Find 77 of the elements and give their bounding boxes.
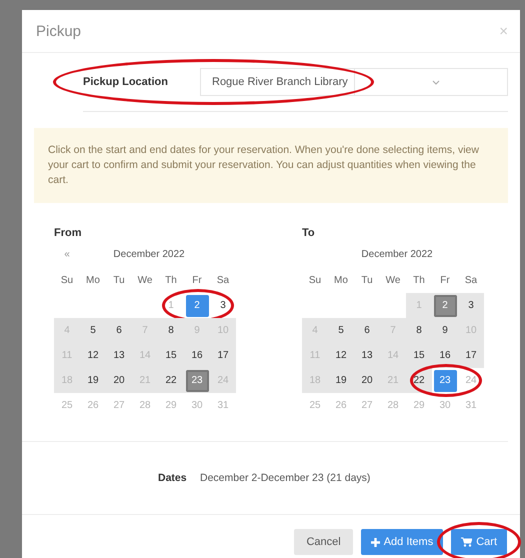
dates-summary: December 2-December 23 (21 days) <box>200 472 370 484</box>
calendar-day[interactable]: 6 <box>108 320 130 342</box>
calendar-day[interactable]: 17 <box>212 344 234 366</box>
calendar-day[interactable]: 19 <box>82 370 104 392</box>
month-title: December 2022 <box>112 248 186 260</box>
calendar-day[interactable]: 25 <box>56 394 78 416</box>
calendar-day[interactable]: 13 <box>108 344 130 366</box>
calendar-day[interactable]: 22 <box>408 370 430 392</box>
add-items-button[interactable]: Add Items <box>360 529 444 555</box>
calendar-day[interactable]: 22 <box>160 370 182 392</box>
calendar-label: From <box>54 227 82 239</box>
calendar-label: To <box>302 227 315 239</box>
calendar-day[interactable]: 2 <box>434 294 456 316</box>
calendar-day[interactable]: 31 <box>212 394 234 416</box>
calendar-day[interactable]: 20 <box>108 370 130 392</box>
calendar-day[interactable]: 3 <box>460 294 482 316</box>
calendar-day[interactable]: 16 <box>434 344 456 366</box>
calendar-day[interactable]: 28 <box>382 394 404 416</box>
cancel-button[interactable]: Cancel <box>294 529 353 555</box>
weekday-header: Fr <box>191 274 203 288</box>
weekday-header: We <box>384 274 402 288</box>
weekday-header: Su <box>308 274 322 288</box>
chevron-down-icon <box>432 80 440 84</box>
calendar-day[interactable]: 12 <box>82 344 104 366</box>
calendar-day[interactable]: 24 <box>460 370 482 392</box>
calendar-day[interactable]: 30 <box>186 394 208 416</box>
cart-icon <box>461 537 472 547</box>
calendar-day[interactable]: 15 <box>408 344 430 366</box>
calendar-day[interactable]: 3 <box>212 294 234 316</box>
weekday-header: Mo <box>333 274 349 288</box>
weekday-header: We <box>136 274 154 288</box>
calendar-day[interactable]: 15 <box>160 344 182 366</box>
weekday-header: Th <box>164 274 178 288</box>
location-dropdown[interactable]: Rogue River Branch Library <box>200 68 508 96</box>
weekday-header: Su <box>60 274 74 288</box>
calendar-day[interactable]: 2 <box>186 294 208 316</box>
calendar-day[interactable]: 31 <box>460 394 482 416</box>
calendar-day[interactable]: 23 <box>186 370 208 392</box>
calendar-day[interactable]: 5 <box>82 320 104 342</box>
weekday-header: Fr <box>439 274 451 288</box>
dialog-title: Pickup <box>36 22 82 40</box>
calendar-day[interactable]: 26 <box>82 394 104 416</box>
calendar-day[interactable]: 12 <box>330 344 352 366</box>
weekday-header: Sa <box>216 274 230 288</box>
calendar-day[interactable]: 17 <box>460 344 482 366</box>
calendar-day[interactable]: 1 <box>160 294 182 316</box>
calendar-day[interactable]: 8 <box>408 320 430 342</box>
calendar-day[interactable]: 27 <box>108 394 130 416</box>
calendar-day[interactable]: 29 <box>408 394 430 416</box>
calendar-day[interactable]: 23 <box>434 370 456 392</box>
calendar-day[interactable]: 30 <box>434 394 456 416</box>
weekday-header: Tu <box>112 274 126 288</box>
calendar-day[interactable]: 25 <box>304 394 326 416</box>
month-title: December 2022 <box>360 248 434 260</box>
calendar-day[interactable]: 6 <box>356 320 378 342</box>
weekday-header: Mo <box>85 274 101 288</box>
weekday-header: Th <box>412 274 426 288</box>
calendar-day[interactable]: 5 <box>330 320 352 342</box>
close-button[interactable]: × <box>499 22 508 40</box>
calendar-day[interactable]: 13 <box>356 344 378 366</box>
weekday-header: Tu <box>360 274 374 288</box>
calendar-day[interactable]: 26 <box>330 394 352 416</box>
weekday-header: Sa <box>464 274 478 288</box>
calendar-day[interactable]: 20 <box>356 370 378 392</box>
calendar-day[interactable]: 19 <box>330 370 352 392</box>
calendar-day[interactable]: 29 <box>160 394 182 416</box>
calendar-day[interactable]: 27 <box>356 394 378 416</box>
previous-month-button[interactable]: « <box>54 248 80 260</box>
calendar-day[interactable]: 9 <box>434 320 456 342</box>
calendar-day[interactable]: 28 <box>134 394 156 416</box>
cart-button[interactable]: Cart <box>451 529 507 555</box>
dates-label: Dates <box>158 472 188 484</box>
info-notice: Click on the start and end dates for your reservation. When you're done selecting items, view your cart to confirm and submit your reservation. You can adjust quantities when viewing the cart. <box>34 128 508 203</box>
field-label: Pickup Location <box>83 76 169 88</box>
calendar-day[interactable]: 16 <box>186 344 208 366</box>
plus-icon <box>370 538 380 546</box>
calendar-day[interactable]: 8 <box>160 320 182 342</box>
